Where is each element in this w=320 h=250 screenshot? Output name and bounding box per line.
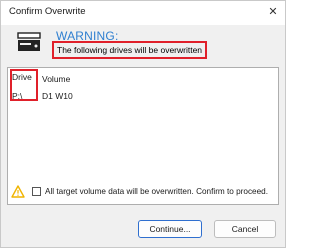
continue-button[interactable]: Continue... [138, 220, 202, 238]
drive-list[interactable]: Drive Volume P:\ D1 W10 [7, 67, 279, 205]
confirm-checkbox[interactable] [32, 187, 41, 196]
title-bar: Confirm Overwrite ✕ [1, 1, 285, 25]
warning-icon [11, 185, 25, 198]
confirm-checkbox-label[interactable]: All target volume data will be overwritt… [45, 187, 268, 196]
window-title: Confirm Overwrite [9, 6, 86, 17]
close-button[interactable]: ✕ [263, 3, 283, 21]
column-header-volume[interactable]: Volume [42, 74, 70, 84]
confirm-overwrite-dialog: Confirm Overwrite ✕ WARNING: The followi… [0, 0, 286, 248]
cancel-button[interactable]: Cancel [214, 220, 276, 238]
row-drive-cell[interactable]: P:\ [12, 91, 22, 101]
row-volume-cell[interactable]: D1 W10 [42, 91, 73, 101]
hard-drive-icon [17, 32, 41, 51]
column-header-drive[interactable]: Drive [12, 72, 32, 82]
warning-message: The following drives will be overwritten [52, 41, 208, 59]
